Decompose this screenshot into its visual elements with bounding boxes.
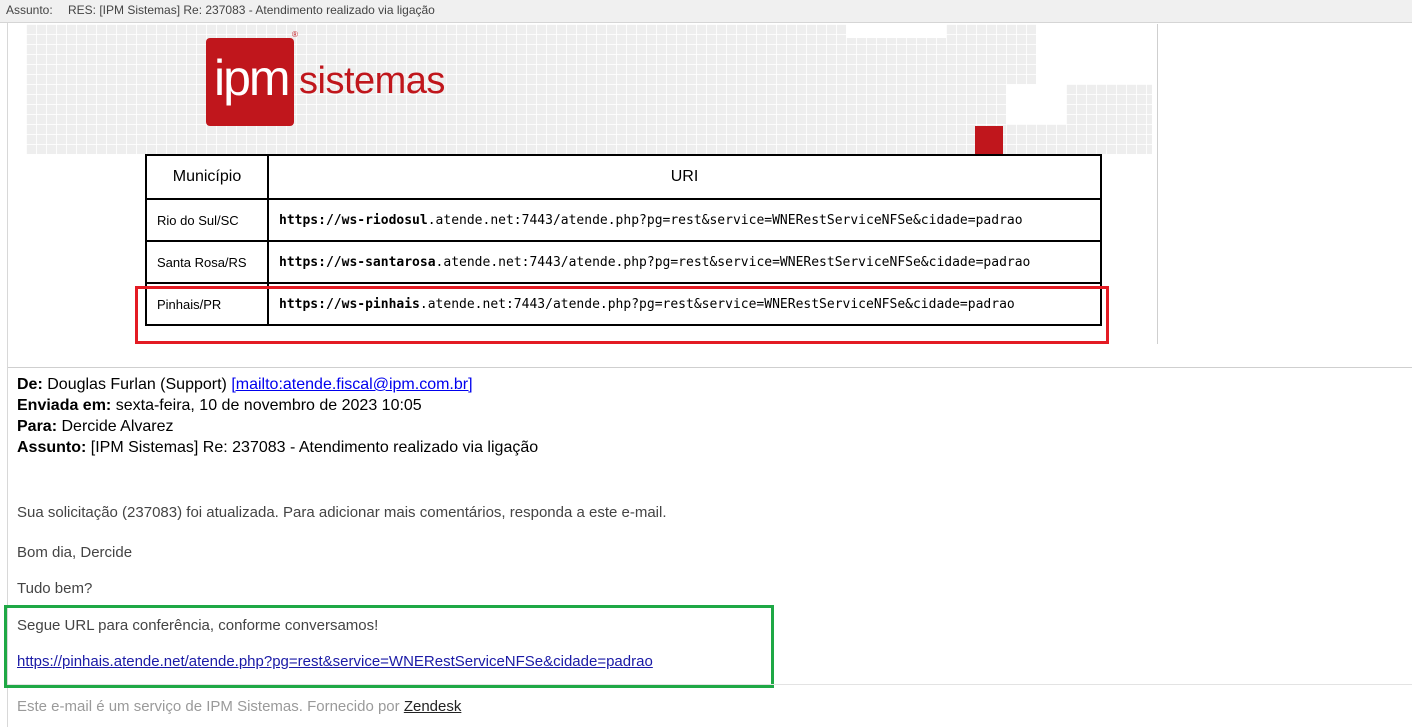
from-label: De: (17, 376, 43, 393)
table-header-row: Município URI (145, 154, 1102, 200)
ipm-banner: ipm ® sistemas (26, 24, 1152, 154)
subject-bar: Assunto: RES: [IPM Sistemas] Re: 237083 … (0, 0, 1412, 23)
uri-suffix: .atende.net:7443/atende.php?pg=rest&serv… (427, 212, 1023, 228)
body-update-line: Sua solicitação (237083) foi atualizada.… (17, 504, 667, 521)
subject-value: RES: [IPM Sistemas] Re: 237083 - Atendim… (68, 3, 435, 17)
zendesk-link[interactable]: Zendesk (404, 698, 462, 715)
uri-prefix: https://ws- (279, 212, 366, 228)
uri-prefix: https://ws- (279, 254, 366, 270)
sent-value: sexta-feira, 10 de novembro de 2023 10:0… (115, 397, 422, 414)
logo-registered-mark: ® (292, 30, 298, 39)
email-subject-value: [IPM Sistemas] Re: 237083 - Atendimento … (90, 439, 539, 456)
banner-divider (1157, 24, 1158, 344)
table-row: Santa Rosa/RS https://ws-santarosa.atend… (145, 240, 1102, 284)
row-uri: https://ws-santarosa.atende.net:7443/ate… (267, 240, 1102, 284)
sent-line: Enviada em: sexta-feira, 10 de novembro … (17, 396, 422, 416)
row-municipio: Rio do Sul/SC (145, 198, 269, 242)
sent-label: Enviada em: (17, 397, 112, 414)
accent-square (975, 126, 1003, 154)
header-uri: URI (267, 154, 1102, 200)
email-subject-line: Assunto: [IPM Sistemas] Re: 237083 - Ate… (17, 438, 538, 458)
uri-host: riodosul (365, 212, 428, 228)
to-value: Dercide Alvarez (61, 418, 174, 435)
logo-ipm-text: ipm (214, 50, 291, 106)
highlight-green-frame (4, 605, 774, 688)
highlight-red-frame (135, 286, 1109, 344)
header-separator (8, 367, 1412, 368)
footer-text: Este e-mail é um serviço de IPM Sistemas… (17, 698, 400, 715)
table-row: Rio do Sul/SC https://ws-riodosul.atende… (145, 198, 1102, 242)
row-uri: https://ws-riodosul.atende.net:7443/aten… (267, 198, 1102, 242)
body-question: Tudo bem? (17, 580, 93, 597)
from-name: Douglas Furlan (Support) (47, 376, 227, 393)
footer: Este e-mail é um serviço de IPM Sistemas… (17, 697, 461, 717)
logo-sistemas-text: sistemas (299, 60, 445, 102)
body-greeting: Bom dia, Dercide (17, 544, 133, 561)
to-line: Para: Dercide Alvarez (17, 417, 174, 437)
uri-host: santarosa (365, 254, 436, 270)
from-mailto-link[interactable]: [mailto:atende.fiscal@ipm.com.br] (231, 376, 472, 393)
to-label: Para: (17, 418, 58, 435)
footer-separator (8, 684, 1412, 685)
from-line: De: Douglas Furlan (Support) [mailto:ate… (17, 375, 473, 395)
uri-suffix: .atende.net:7443/atende.php?pg=rest&serv… (435, 254, 1031, 270)
subject-label: Assunto: (6, 3, 53, 17)
header-municipio: Município (145, 154, 269, 200)
row-municipio: Santa Rosa/RS (145, 240, 269, 284)
email-subject-label: Assunto: (17, 439, 87, 456)
